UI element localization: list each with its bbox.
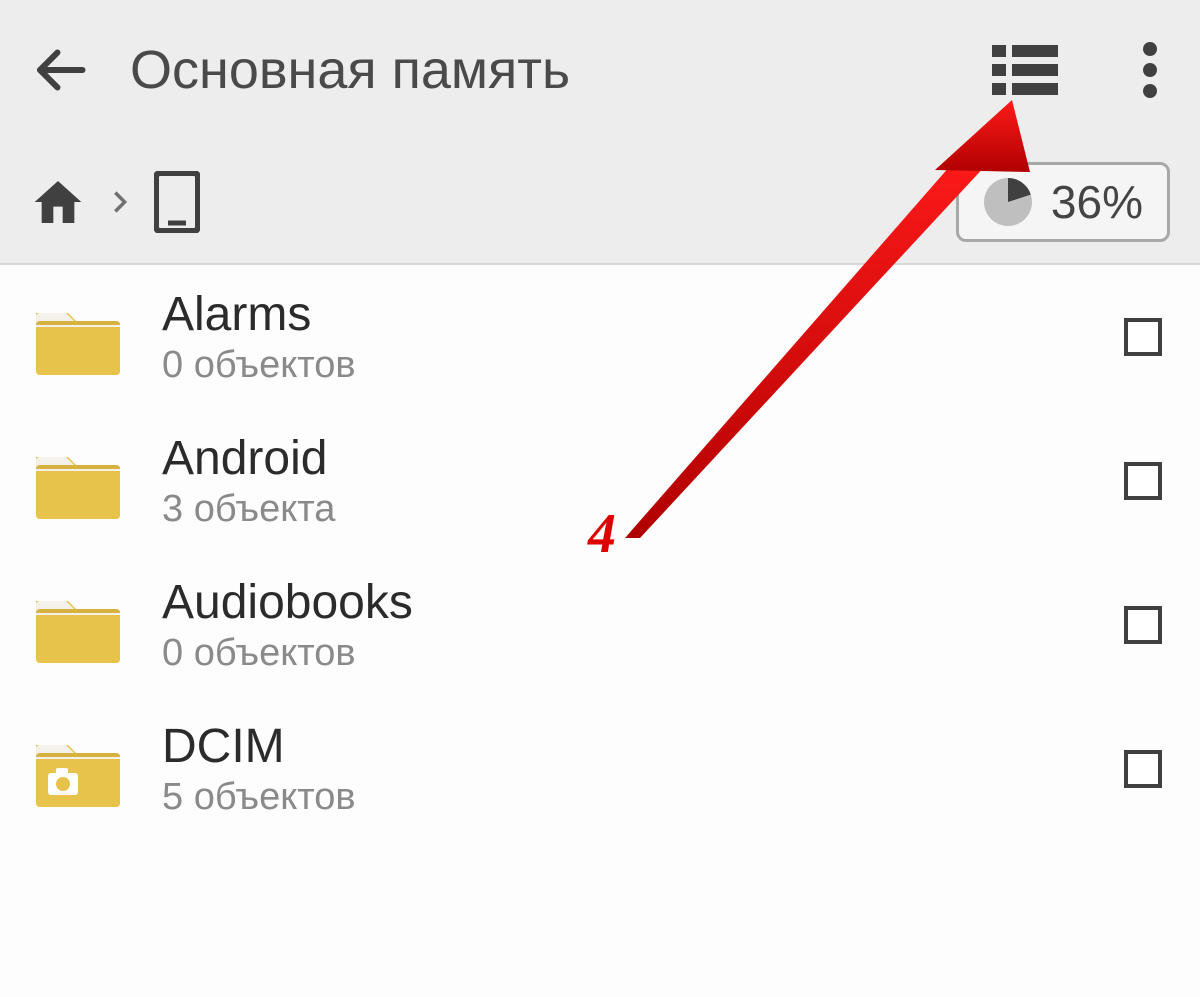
item-subtitle: 0 объектов [162, 344, 1090, 387]
arrow-left-icon [30, 40, 90, 100]
storage-badge[interactable]: 36% [956, 162, 1170, 242]
pie-chart-icon [983, 177, 1033, 227]
list-item[interactable]: DCIM 5 объектов [0, 697, 1200, 841]
chevron-right-icon [106, 180, 134, 224]
list-item[interactable]: Audiobooks 0 объектов [0, 553, 1200, 697]
home-icon [30, 174, 86, 230]
list-item[interactable]: Android 3 объекта [0, 409, 1200, 553]
item-subtitle: 0 объектов [162, 632, 1090, 675]
breadcrumb-bar: 36% [0, 140, 1200, 265]
view-toggle-button[interactable] [990, 40, 1060, 100]
folder-camera-icon [28, 719, 128, 819]
item-text: Alarms 0 объектов [162, 287, 1090, 387]
list-view-icon [992, 45, 1058, 95]
item-checkbox[interactable] [1124, 606, 1162, 644]
app-bar: Основная память [0, 0, 1200, 140]
item-name: Android [162, 431, 1090, 486]
overflow-menu-button[interactable] [1130, 40, 1170, 100]
item-name: DCIM [162, 719, 1090, 774]
item-text: Android 3 объекта [162, 431, 1090, 531]
item-name: Alarms [162, 287, 1090, 342]
item-name: Audiobooks [162, 575, 1090, 630]
breadcrumb [30, 171, 956, 233]
folder-icon [28, 575, 128, 675]
folder-icon [28, 431, 128, 531]
more-vertical-icon [1143, 42, 1157, 98]
item-subtitle: 5 объектов [162, 776, 1090, 819]
breadcrumb-device[interactable] [154, 171, 200, 233]
storage-percent: 36% [1051, 175, 1143, 229]
folder-icon [28, 287, 128, 387]
item-checkbox[interactable] [1124, 462, 1162, 500]
item-checkbox[interactable] [1124, 318, 1162, 356]
phone-icon [154, 171, 200, 233]
file-list: Alarms 0 объектов Android 3 объекта [0, 265, 1200, 841]
item-text: DCIM 5 объектов [162, 719, 1090, 819]
item-subtitle: 3 объекта [162, 488, 1090, 531]
back-button[interactable] [30, 40, 90, 100]
item-checkbox[interactable] [1124, 750, 1162, 788]
breadcrumb-home[interactable] [30, 174, 86, 230]
breadcrumb-separator [106, 180, 134, 224]
page-title: Основная память [130, 39, 950, 101]
list-item[interactable]: Alarms 0 объектов [0, 265, 1200, 409]
item-text: Audiobooks 0 объектов [162, 575, 1090, 675]
